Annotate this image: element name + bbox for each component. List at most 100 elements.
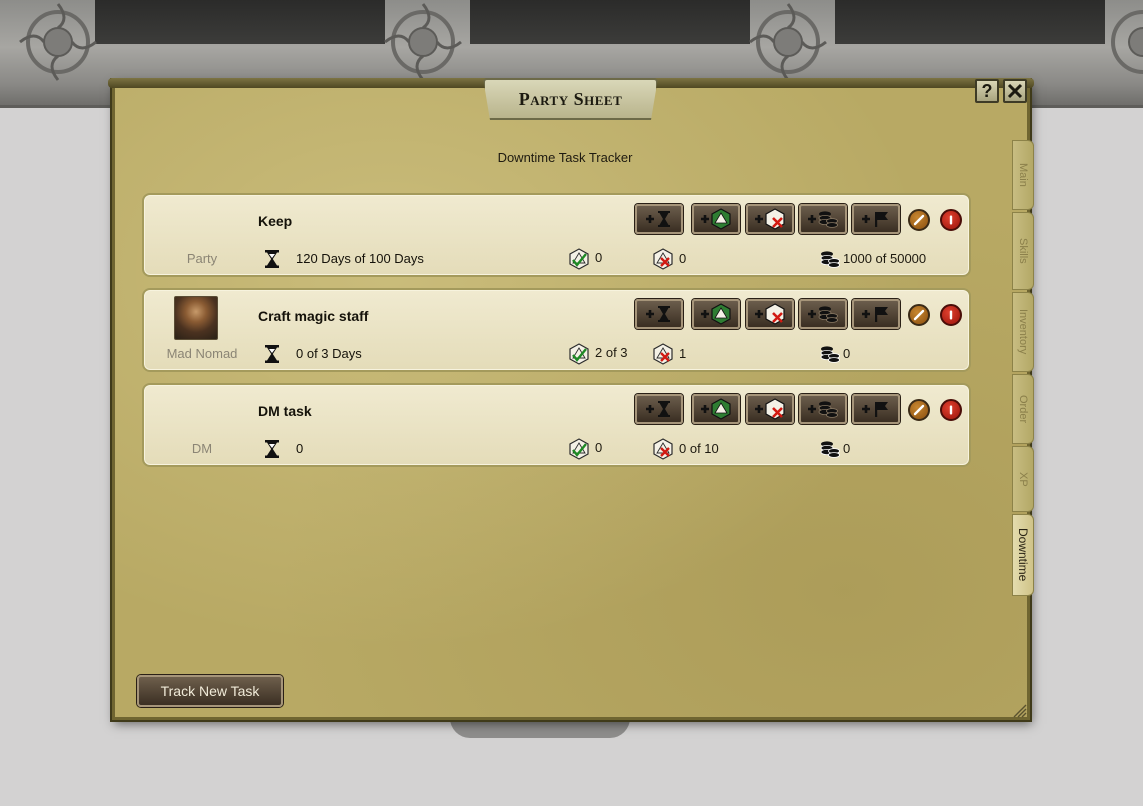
sun-emblem-icon bbox=[749, 3, 827, 81]
delete-icon bbox=[949, 215, 953, 225]
add-flag-button[interactable] bbox=[852, 299, 900, 329]
task-cost: 1000 of 50000 bbox=[843, 251, 927, 266]
add-failure-button[interactable] bbox=[746, 299, 794, 329]
add-cost-button[interactable] bbox=[799, 299, 847, 329]
delete-icon bbox=[949, 405, 953, 415]
coins-icon bbox=[820, 346, 840, 363]
hourglass-icon bbox=[265, 250, 279, 268]
resize-grip-icon[interactable] bbox=[1011, 702, 1027, 718]
pencil-icon bbox=[913, 404, 925, 416]
failure-die-icon bbox=[653, 438, 673, 460]
add-failure-die-icon bbox=[755, 208, 785, 230]
edit-button[interactable] bbox=[908, 209, 930, 231]
add-failure-button[interactable] bbox=[746, 394, 794, 424]
success-die-icon bbox=[569, 438, 589, 460]
task-successes: 0 bbox=[595, 250, 603, 265]
tab-downtime[interactable]: Downtime bbox=[1012, 514, 1034, 596]
add-coins-icon bbox=[808, 401, 838, 418]
task-failures: 0 bbox=[679, 251, 687, 266]
failure-die-icon bbox=[653, 343, 673, 365]
edit-button[interactable] bbox=[908, 304, 930, 326]
page-subtitle: Downtime Task Tracker bbox=[497, 150, 633, 165]
tab-inventory[interactable]: Inventory bbox=[1012, 292, 1034, 372]
edit-button[interactable] bbox=[908, 399, 930, 421]
tab-xp[interactable]: XP bbox=[1012, 446, 1034, 512]
add-cost-button[interactable] bbox=[799, 204, 847, 234]
add-success-die-icon bbox=[701, 398, 731, 420]
add-hourglass-icon bbox=[646, 211, 670, 227]
add-cost-button[interactable] bbox=[799, 394, 847, 424]
add-flag-icon bbox=[862, 307, 888, 322]
close-button[interactable] bbox=[1003, 79, 1027, 103]
task-time: 0 of 3 Days bbox=[296, 346, 362, 361]
stone-recess bbox=[835, 0, 1105, 44]
add-success-button[interactable] bbox=[692, 299, 740, 329]
task-row: Party Keep 120 Days of 100 Days 0 0 1000… bbox=[142, 193, 971, 277]
add-flag-icon bbox=[862, 212, 888, 227]
add-time-button[interactable] bbox=[635, 204, 683, 234]
task-cost: 0 bbox=[843, 441, 851, 456]
stone-recess bbox=[95, 0, 385, 44]
add-coins-icon bbox=[808, 211, 838, 228]
task-failures: 0 of 10 bbox=[679, 441, 719, 456]
close-icon bbox=[1007, 83, 1023, 99]
add-time-button[interactable] bbox=[635, 394, 683, 424]
task-owner: Party bbox=[186, 251, 218, 266]
task-row: DM DM task 0 0 0 of 10 0 bbox=[142, 383, 971, 467]
task-successes: 2 of 3 bbox=[595, 345, 628, 360]
track-new-task-button[interactable]: Track New Task bbox=[137, 675, 283, 707]
task-successes: 0 bbox=[595, 440, 603, 455]
task-time: 120 Days of 100 Days bbox=[296, 251, 424, 266]
tab-skills[interactable]: Skills bbox=[1012, 212, 1034, 290]
add-coins-icon bbox=[808, 306, 838, 323]
add-success-button[interactable] bbox=[692, 394, 740, 424]
task-owner: Mad Nomad bbox=[166, 346, 238, 361]
sun-emblem-icon bbox=[384, 3, 462, 81]
task-name: Craft magic staff bbox=[258, 308, 369, 324]
add-failure-button[interactable] bbox=[746, 204, 794, 234]
add-flag-icon bbox=[862, 402, 888, 417]
task-name: Keep bbox=[258, 213, 293, 229]
tab-order[interactable]: Order bbox=[1012, 374, 1034, 444]
delete-button[interactable] bbox=[940, 209, 962, 231]
delete-button[interactable] bbox=[940, 304, 962, 326]
task-row: Mad Nomad Craft magic staff 0 of 3 Days … bbox=[142, 288, 971, 372]
tab-label: XP bbox=[1017, 471, 1029, 487]
hourglass-icon bbox=[265, 345, 279, 363]
hourglass-icon bbox=[265, 440, 279, 458]
add-flag-button[interactable] bbox=[852, 394, 900, 424]
add-flag-button[interactable] bbox=[852, 204, 900, 234]
tab-label: Order bbox=[1017, 394, 1029, 424]
add-success-button[interactable] bbox=[692, 204, 740, 234]
success-die-icon bbox=[569, 343, 589, 365]
add-failure-die-icon bbox=[755, 303, 785, 325]
coins-icon bbox=[820, 251, 840, 268]
pencil-icon bbox=[913, 214, 925, 226]
delete-button[interactable] bbox=[940, 399, 962, 421]
sun-emblem-icon bbox=[19, 3, 97, 81]
help-button[interactable]: ? bbox=[975, 79, 999, 103]
delete-icon bbox=[949, 310, 953, 320]
tab-main[interactable]: Main bbox=[1012, 140, 1034, 210]
add-hourglass-icon bbox=[646, 306, 670, 322]
window-title: Party Sheet bbox=[518, 88, 623, 109]
add-success-die-icon bbox=[701, 208, 731, 230]
task-failures: 1 bbox=[679, 346, 687, 361]
tab-label: Skills bbox=[1017, 238, 1029, 264]
window-shadow bbox=[450, 718, 630, 738]
add-time-button[interactable] bbox=[635, 299, 683, 329]
coins-icon bbox=[820, 441, 840, 458]
tab-label: Downtime bbox=[1016, 528, 1030, 582]
window-title-tab: Party Sheet bbox=[483, 78, 658, 120]
tab-label: Main bbox=[1017, 163, 1029, 187]
stone-recess bbox=[470, 0, 750, 44]
task-owner: DM bbox=[191, 441, 213, 456]
task-cost: 0 bbox=[843, 346, 851, 361]
avatar bbox=[174, 296, 218, 340]
add-success-die-icon bbox=[701, 303, 731, 325]
failure-die-icon bbox=[653, 248, 673, 270]
sun-emblem-icon bbox=[1111, 10, 1143, 74]
add-hourglass-icon bbox=[646, 401, 670, 417]
success-die-icon bbox=[569, 248, 589, 270]
task-name: DM task bbox=[258, 403, 312, 419]
